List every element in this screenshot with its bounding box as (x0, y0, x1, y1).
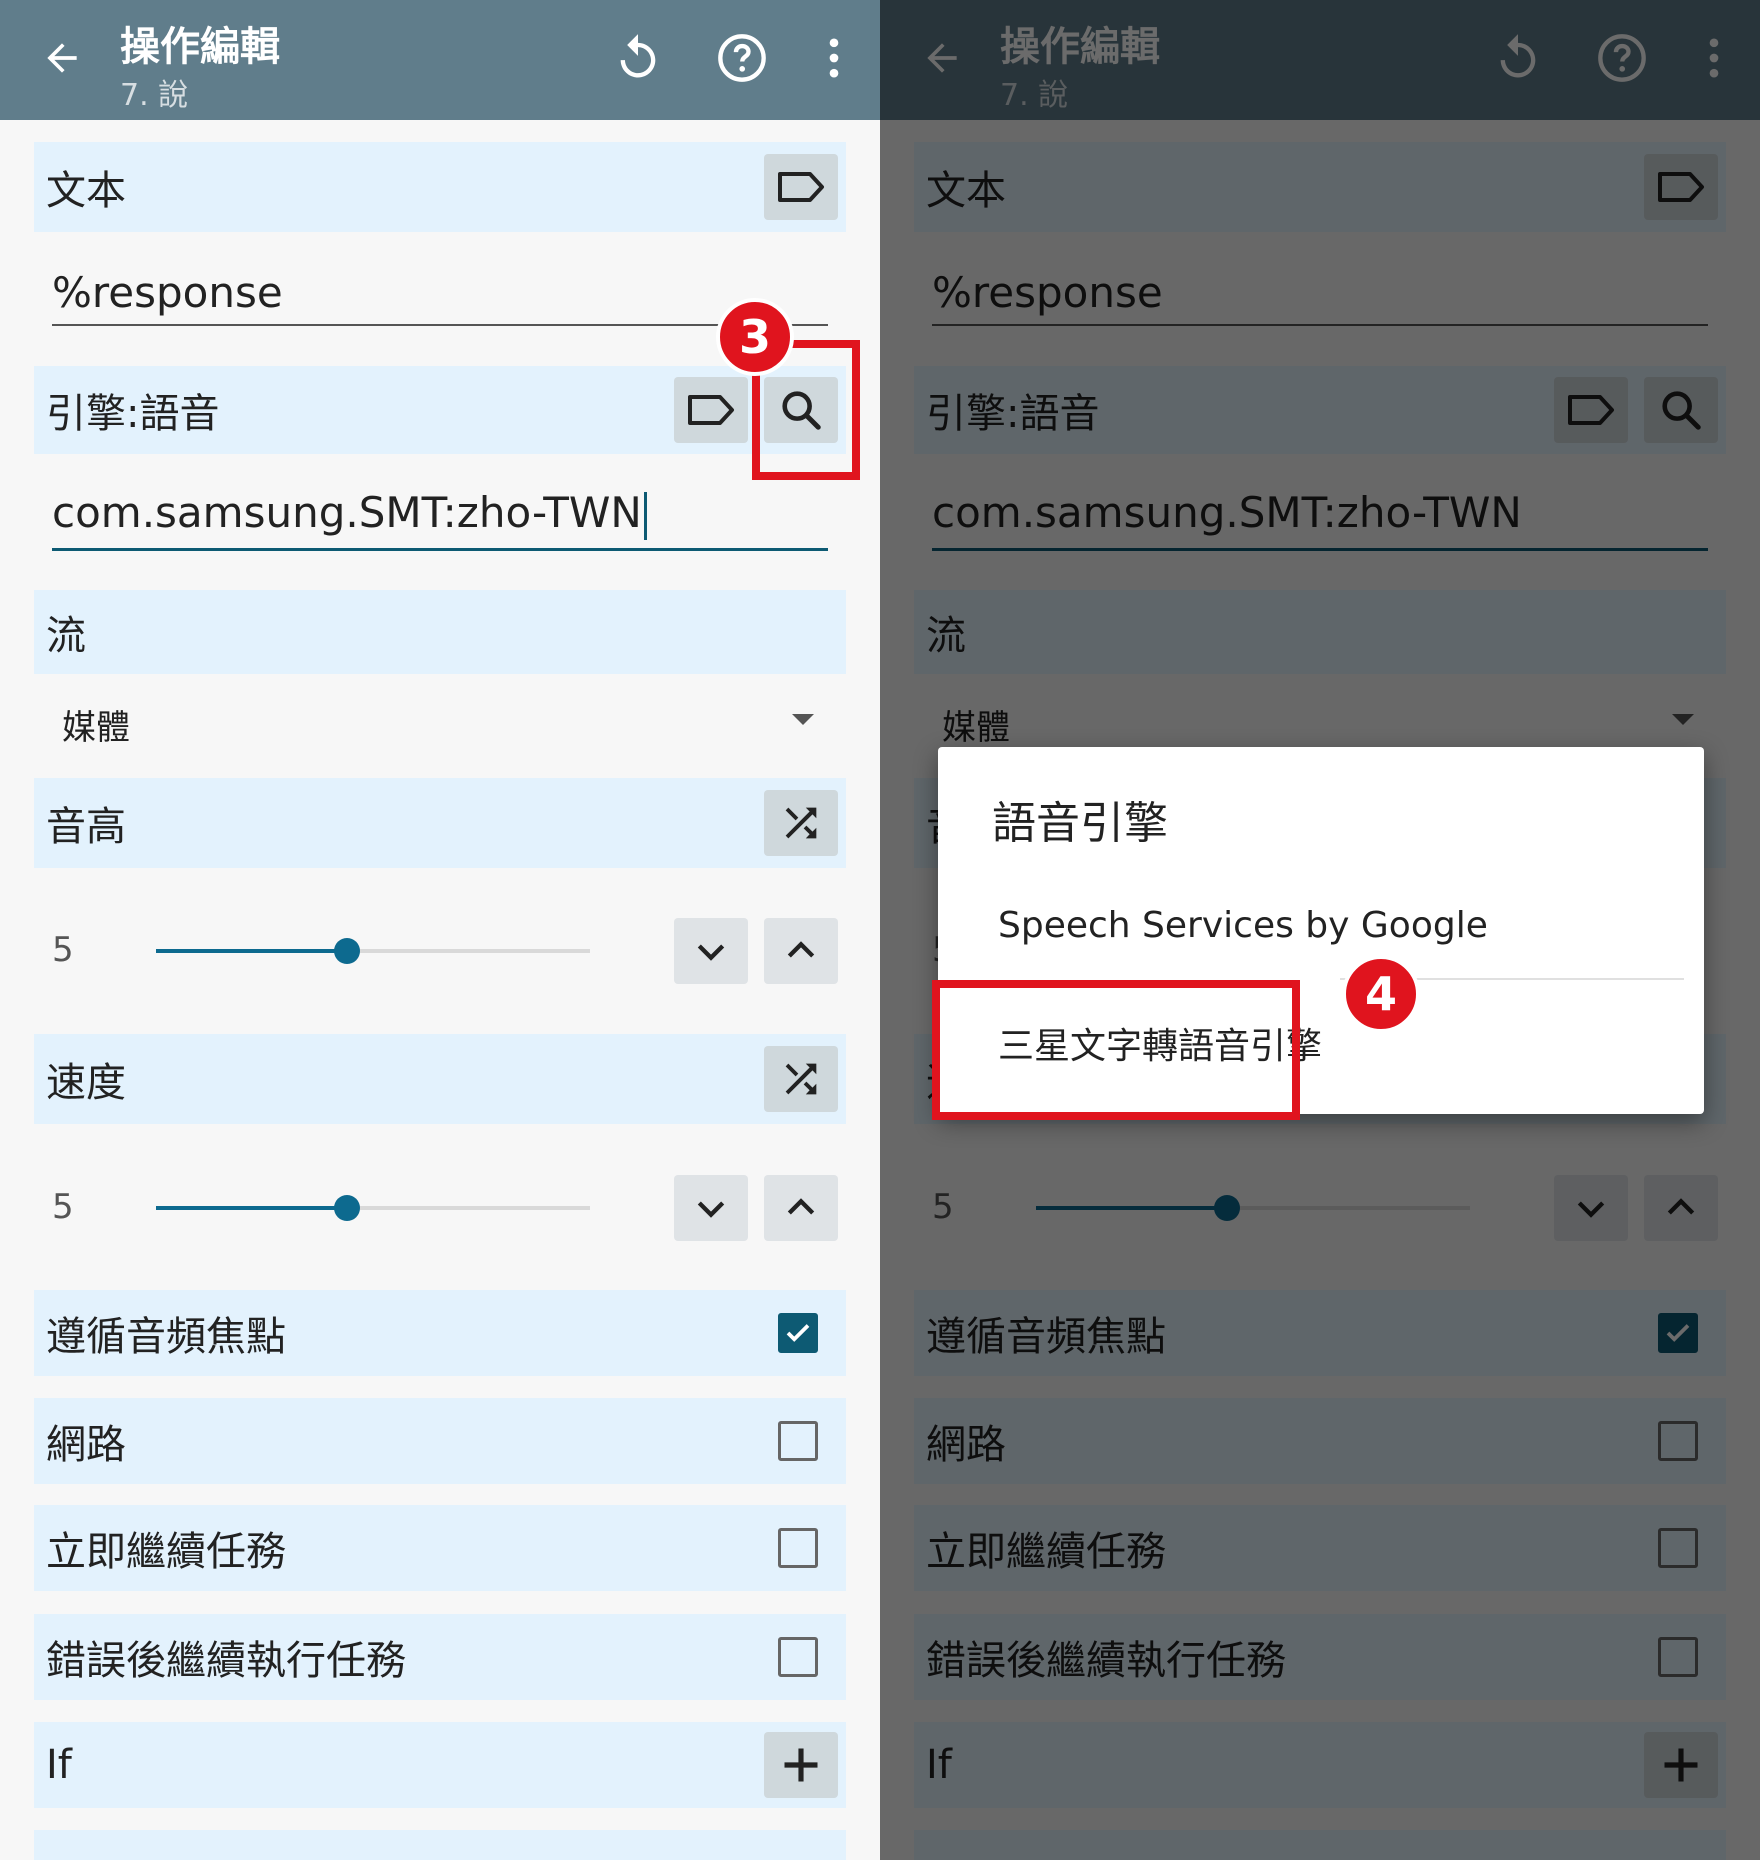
network-checkbox[interactable] (778, 1421, 818, 1461)
shuffle-icon (785, 807, 817, 839)
stream-section-header: 流 (34, 590, 846, 674)
network-label: 網路 (46, 1422, 126, 1468)
next-section-partial (34, 1830, 846, 1860)
stream-label: 流 (46, 613, 86, 659)
speed-decrease-button[interactable] (674, 1175, 748, 1241)
engine-label: 引擎:語音 (46, 391, 220, 437)
text-section-header: 文本 (34, 142, 846, 232)
speed-slider[interactable] (156, 1195, 590, 1221)
chevron-down-icon (697, 944, 725, 961)
app-bar: 操作編輯 7. 說 (0, 0, 880, 120)
shuffle-icon (785, 1063, 817, 1095)
text-input[interactable]: %response (52, 268, 828, 328)
stream-dropdown-value: 媒體 (62, 708, 130, 748)
speed-increase-button[interactable] (764, 1175, 838, 1241)
pitch-slider[interactable] (156, 938, 590, 964)
text-label: 文本 (46, 168, 126, 214)
if-row: If (34, 1722, 846, 1808)
pitch-slider-row: 5 (34, 916, 846, 986)
speed-slider-thumb[interactable] (333, 1195, 360, 1221)
checkmark-icon (786, 1324, 810, 1342)
reset-icon[interactable] (612, 32, 664, 84)
left-panel: 操作編輯 7. 說 文本 %response 引擎:語音 com.samsung… (0, 0, 880, 1860)
stream-dropdown[interactable]: 媒體 (62, 700, 832, 750)
pitch-slider-thumb[interactable] (333, 938, 360, 964)
plus-icon (784, 1748, 818, 1782)
respect-focus-checkbox[interactable] (778, 1313, 818, 1353)
text-cursor (643, 491, 647, 540)
network-row[interactable]: 網路 (34, 1398, 846, 1484)
engine-input[interactable]: com.samsung.SMT:zho-TWN (52, 488, 828, 554)
text-input-value: %response (52, 268, 283, 317)
right-panel: 操作編輯 7. 說 文本 %response 引擎:語音 (880, 0, 1760, 1860)
respect-focus-row[interactable]: 遵循音頻焦點 (34, 1290, 846, 1376)
tag-icon (778, 172, 824, 202)
if-label: If (46, 1742, 72, 1788)
variable-tag-button[interactable] (764, 154, 838, 220)
continue-error-checkbox[interactable] (778, 1637, 818, 1677)
pitch-section-header: 音高 (34, 778, 846, 868)
pitch-increase-button[interactable] (764, 918, 838, 984)
engine-option-google[interactable]: Speech Services by Google (998, 905, 1488, 946)
speed-slider-row: 5 (34, 1173, 846, 1243)
step-badge-3: 3 (716, 298, 794, 376)
speed-slider-fill (156, 1206, 347, 1210)
dropdown-arrow-icon (792, 714, 814, 725)
more-options-icon[interactable] (808, 32, 860, 84)
step-badge-4: 4 (1342, 955, 1420, 1033)
speed-value: 5 (52, 1187, 74, 1227)
speed-random-button[interactable] (764, 1046, 838, 1112)
page-title: 操作編輯 (120, 24, 280, 70)
respect-focus-label: 遵循音頻焦點 (46, 1314, 286, 1360)
speed-section-header: 速度 (34, 1034, 846, 1124)
back-arrow-icon[interactable] (40, 36, 84, 80)
help-icon[interactable] (716, 32, 768, 84)
highlight-box-samsung (932, 980, 1300, 1120)
page-subtitle: 7. 說 (120, 78, 189, 113)
chevron-up-icon (787, 1198, 815, 1215)
engine-input-value: com.samsung.SMT:zho-TWN (52, 488, 642, 537)
chevron-up-icon (787, 941, 815, 958)
pitch-slider-fill (156, 949, 347, 953)
tag-icon (688, 395, 734, 425)
continue-label: 立即繼續任務 (46, 1529, 286, 1575)
pitch-random-button[interactable] (764, 790, 838, 856)
engine-tag-button[interactable] (674, 377, 748, 443)
pitch-value: 5 (52, 930, 74, 970)
pitch-label: 音高 (46, 804, 126, 850)
chevron-down-icon (697, 1201, 725, 1218)
continue-error-label: 錯誤後繼續執行任務 (46, 1638, 406, 1684)
engine-section-header: 引擎:語音 (34, 366, 846, 454)
continue-row[interactable]: 立即繼續任務 (34, 1505, 846, 1591)
engine-input-underline (52, 548, 828, 551)
text-input-underline (52, 324, 828, 326)
continue-error-row[interactable]: 錯誤後繼續執行任務 (34, 1614, 846, 1700)
add-condition-button[interactable] (764, 1732, 838, 1798)
dialog-title: 語音引擎 (992, 798, 1168, 849)
speed-label: 速度 (46, 1060, 126, 1106)
pitch-decrease-button[interactable] (674, 918, 748, 984)
continue-checkbox[interactable] (778, 1528, 818, 1568)
screenshot-composite: 操作編輯 7. 說 文本 %response 引擎:語音 com.samsung… (0, 0, 1760, 1860)
